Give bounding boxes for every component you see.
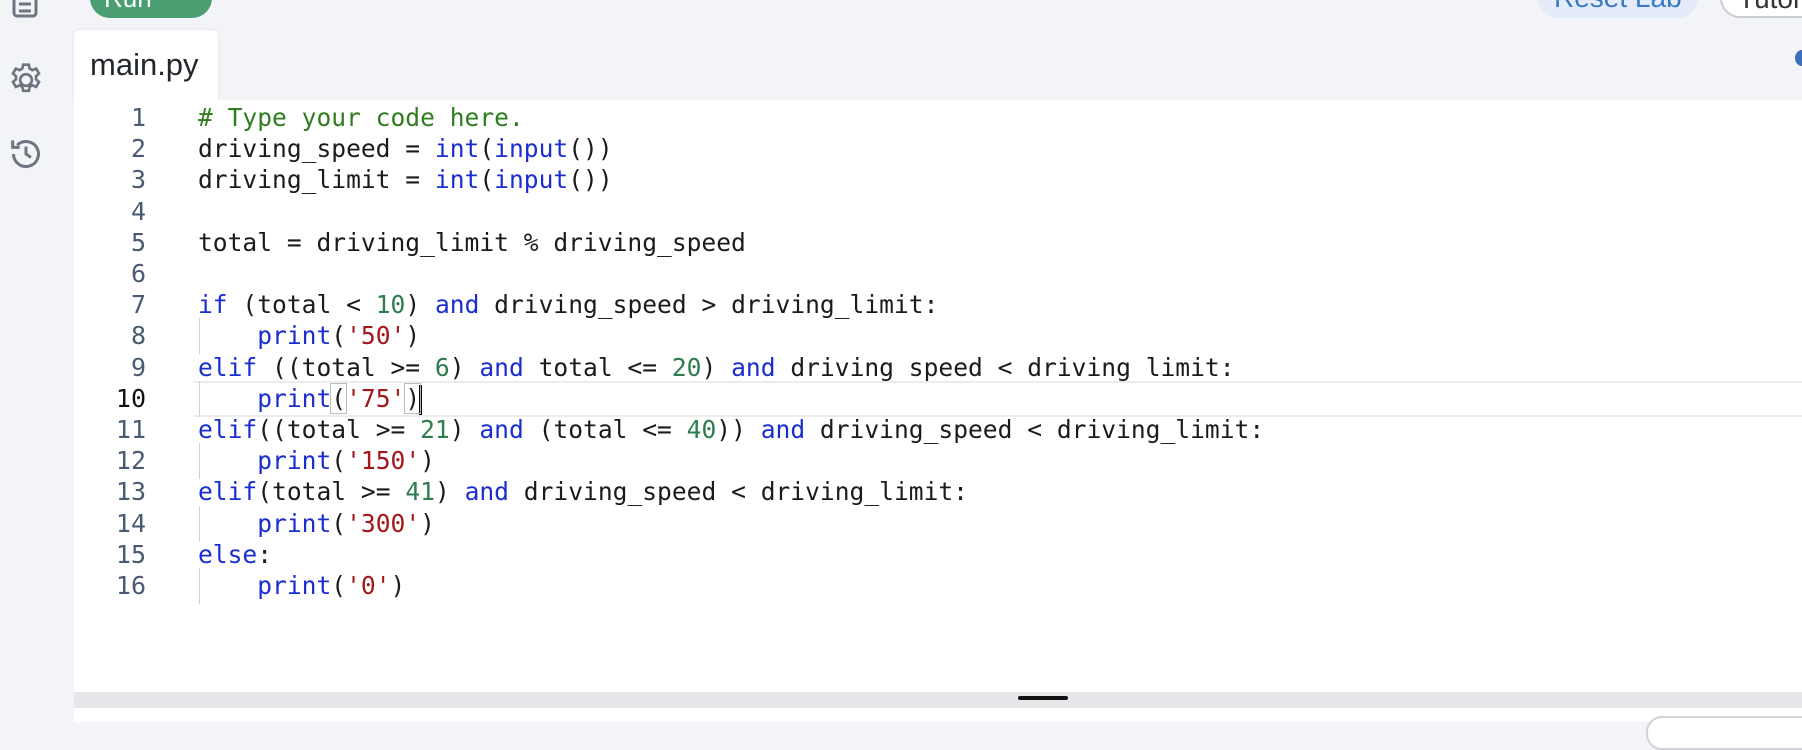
code-text: print('0') bbox=[198, 568, 405, 604]
code-token: input bbox=[494, 165, 569, 195]
drag-handle-icon[interactable] bbox=[1018, 696, 1068, 700]
code-token: '75' bbox=[346, 383, 406, 413]
code-token: total = driving_limit % driving_speed bbox=[198, 227, 746, 257]
tab-main-py[interactable]: main.py bbox=[74, 30, 218, 100]
run-button[interactable]: Run ▾ bbox=[90, 0, 212, 18]
code-token: ( bbox=[330, 382, 348, 414]
gear-icon[interactable] bbox=[6, 60, 46, 100]
bottom-pill-button[interactable] bbox=[1646, 716, 1802, 750]
run-label: Run bbox=[104, 0, 152, 13]
code-token: ((total >= bbox=[257, 352, 435, 382]
text-cursor bbox=[419, 384, 423, 415]
code-token: and bbox=[434, 290, 480, 320]
code-token: print bbox=[257, 383, 332, 413]
chevron-down-icon[interactable]: ▾ bbox=[178, 0, 189, 10]
code-token: ( bbox=[331, 508, 347, 538]
code-token: (total <= bbox=[523, 415, 687, 444]
code-token: if bbox=[198, 290, 228, 320]
code-token: and bbox=[464, 477, 509, 507]
code-token: driving_speed > driving_limit: bbox=[479, 290, 939, 320]
code-token: print bbox=[257, 508, 332, 538]
code-token: ( bbox=[479, 134, 495, 164]
code-line[interactable]: 16 print('0') bbox=[74, 568, 1802, 604]
code-token: '0' bbox=[346, 571, 391, 600]
code-token: 41 bbox=[405, 477, 435, 507]
code-token: print bbox=[257, 571, 332, 600]
code-token: total <= bbox=[523, 352, 672, 382]
code-token: 6 bbox=[434, 352, 450, 382]
code-token: ( bbox=[331, 446, 347, 476]
code-token: 20 bbox=[671, 352, 702, 382]
code-token: : bbox=[257, 539, 273, 569]
code-token: ) bbox=[405, 290, 435, 320]
code-token: driving_limit = bbox=[198, 165, 435, 195]
code-token: input bbox=[494, 134, 569, 164]
code-token: ) bbox=[449, 415, 480, 444]
code-token: ()) bbox=[568, 134, 613, 164]
editor-tab-bar: main.py bbox=[74, 30, 1802, 100]
code-token: '300' bbox=[346, 508, 421, 538]
code-token: ) bbox=[404, 382, 422, 414]
code-token: '50' bbox=[346, 321, 406, 351]
code-token: else bbox=[198, 539, 258, 569]
code-token: ) bbox=[701, 352, 732, 382]
code-token: 10 bbox=[375, 290, 406, 320]
code-token: 40 bbox=[686, 415, 717, 444]
document-icon[interactable] bbox=[6, 0, 46, 22]
code-token: elif bbox=[198, 415, 258, 444]
code-token: and bbox=[731, 352, 776, 382]
code-token: ( bbox=[331, 321, 347, 351]
code-token: ) bbox=[434, 477, 465, 507]
code-token: ()) bbox=[568, 165, 613, 195]
code-token: int bbox=[434, 134, 480, 164]
code-token: ) bbox=[420, 508, 435, 538]
code-token: (total >= bbox=[257, 477, 406, 507]
panel-splitter[interactable] bbox=[74, 692, 1802, 708]
left-rail bbox=[0, 0, 64, 722]
code-token: int bbox=[434, 165, 480, 195]
code-token: driving_speed < driving_limit: bbox=[775, 352, 1235, 382]
code-token: ) bbox=[420, 446, 435, 476]
code-token: elif bbox=[198, 477, 258, 507]
line-number: 16 bbox=[115, 571, 146, 600]
code-token: print bbox=[257, 321, 332, 351]
code-token: ) bbox=[405, 321, 421, 351]
code-token: 21 bbox=[420, 415, 450, 444]
code-token: )) bbox=[716, 415, 761, 444]
code-token: driving_speed < driving_limit: bbox=[805, 415, 1265, 444]
history-icon[interactable] bbox=[6, 134, 46, 174]
code-token: ( bbox=[479, 165, 495, 195]
status-dot-icon bbox=[1795, 50, 1802, 66]
code-token: elif bbox=[198, 352, 258, 382]
code-token: ) bbox=[390, 571, 406, 600]
code-token: ) bbox=[449, 352, 480, 382]
tutorial-button[interactable]: Tutorial bbox=[1720, 0, 1802, 18]
code-token: and bbox=[479, 352, 524, 382]
code-token: (total < bbox=[227, 290, 376, 320]
reset-lab-button[interactable]: Reset Lab bbox=[1538, 0, 1698, 18]
code-editor[interactable]: 1 # Type your code here. 2 driving_speed = … bbox=[74, 100, 1802, 692]
output-panel bbox=[74, 708, 1802, 750]
code-token: ( bbox=[331, 571, 347, 600]
code-token: print bbox=[257, 446, 332, 476]
code-token: and bbox=[760, 415, 806, 444]
code-token: driving_speed < driving_limit: bbox=[508, 477, 968, 507]
code-token: ((total >= bbox=[257, 415, 421, 444]
code-token: '150' bbox=[346, 446, 421, 476]
code-token: driving_speed = bbox=[198, 134, 435, 164]
code-token: # Type your code here. bbox=[198, 103, 524, 132]
code-token: and bbox=[479, 415, 524, 444]
